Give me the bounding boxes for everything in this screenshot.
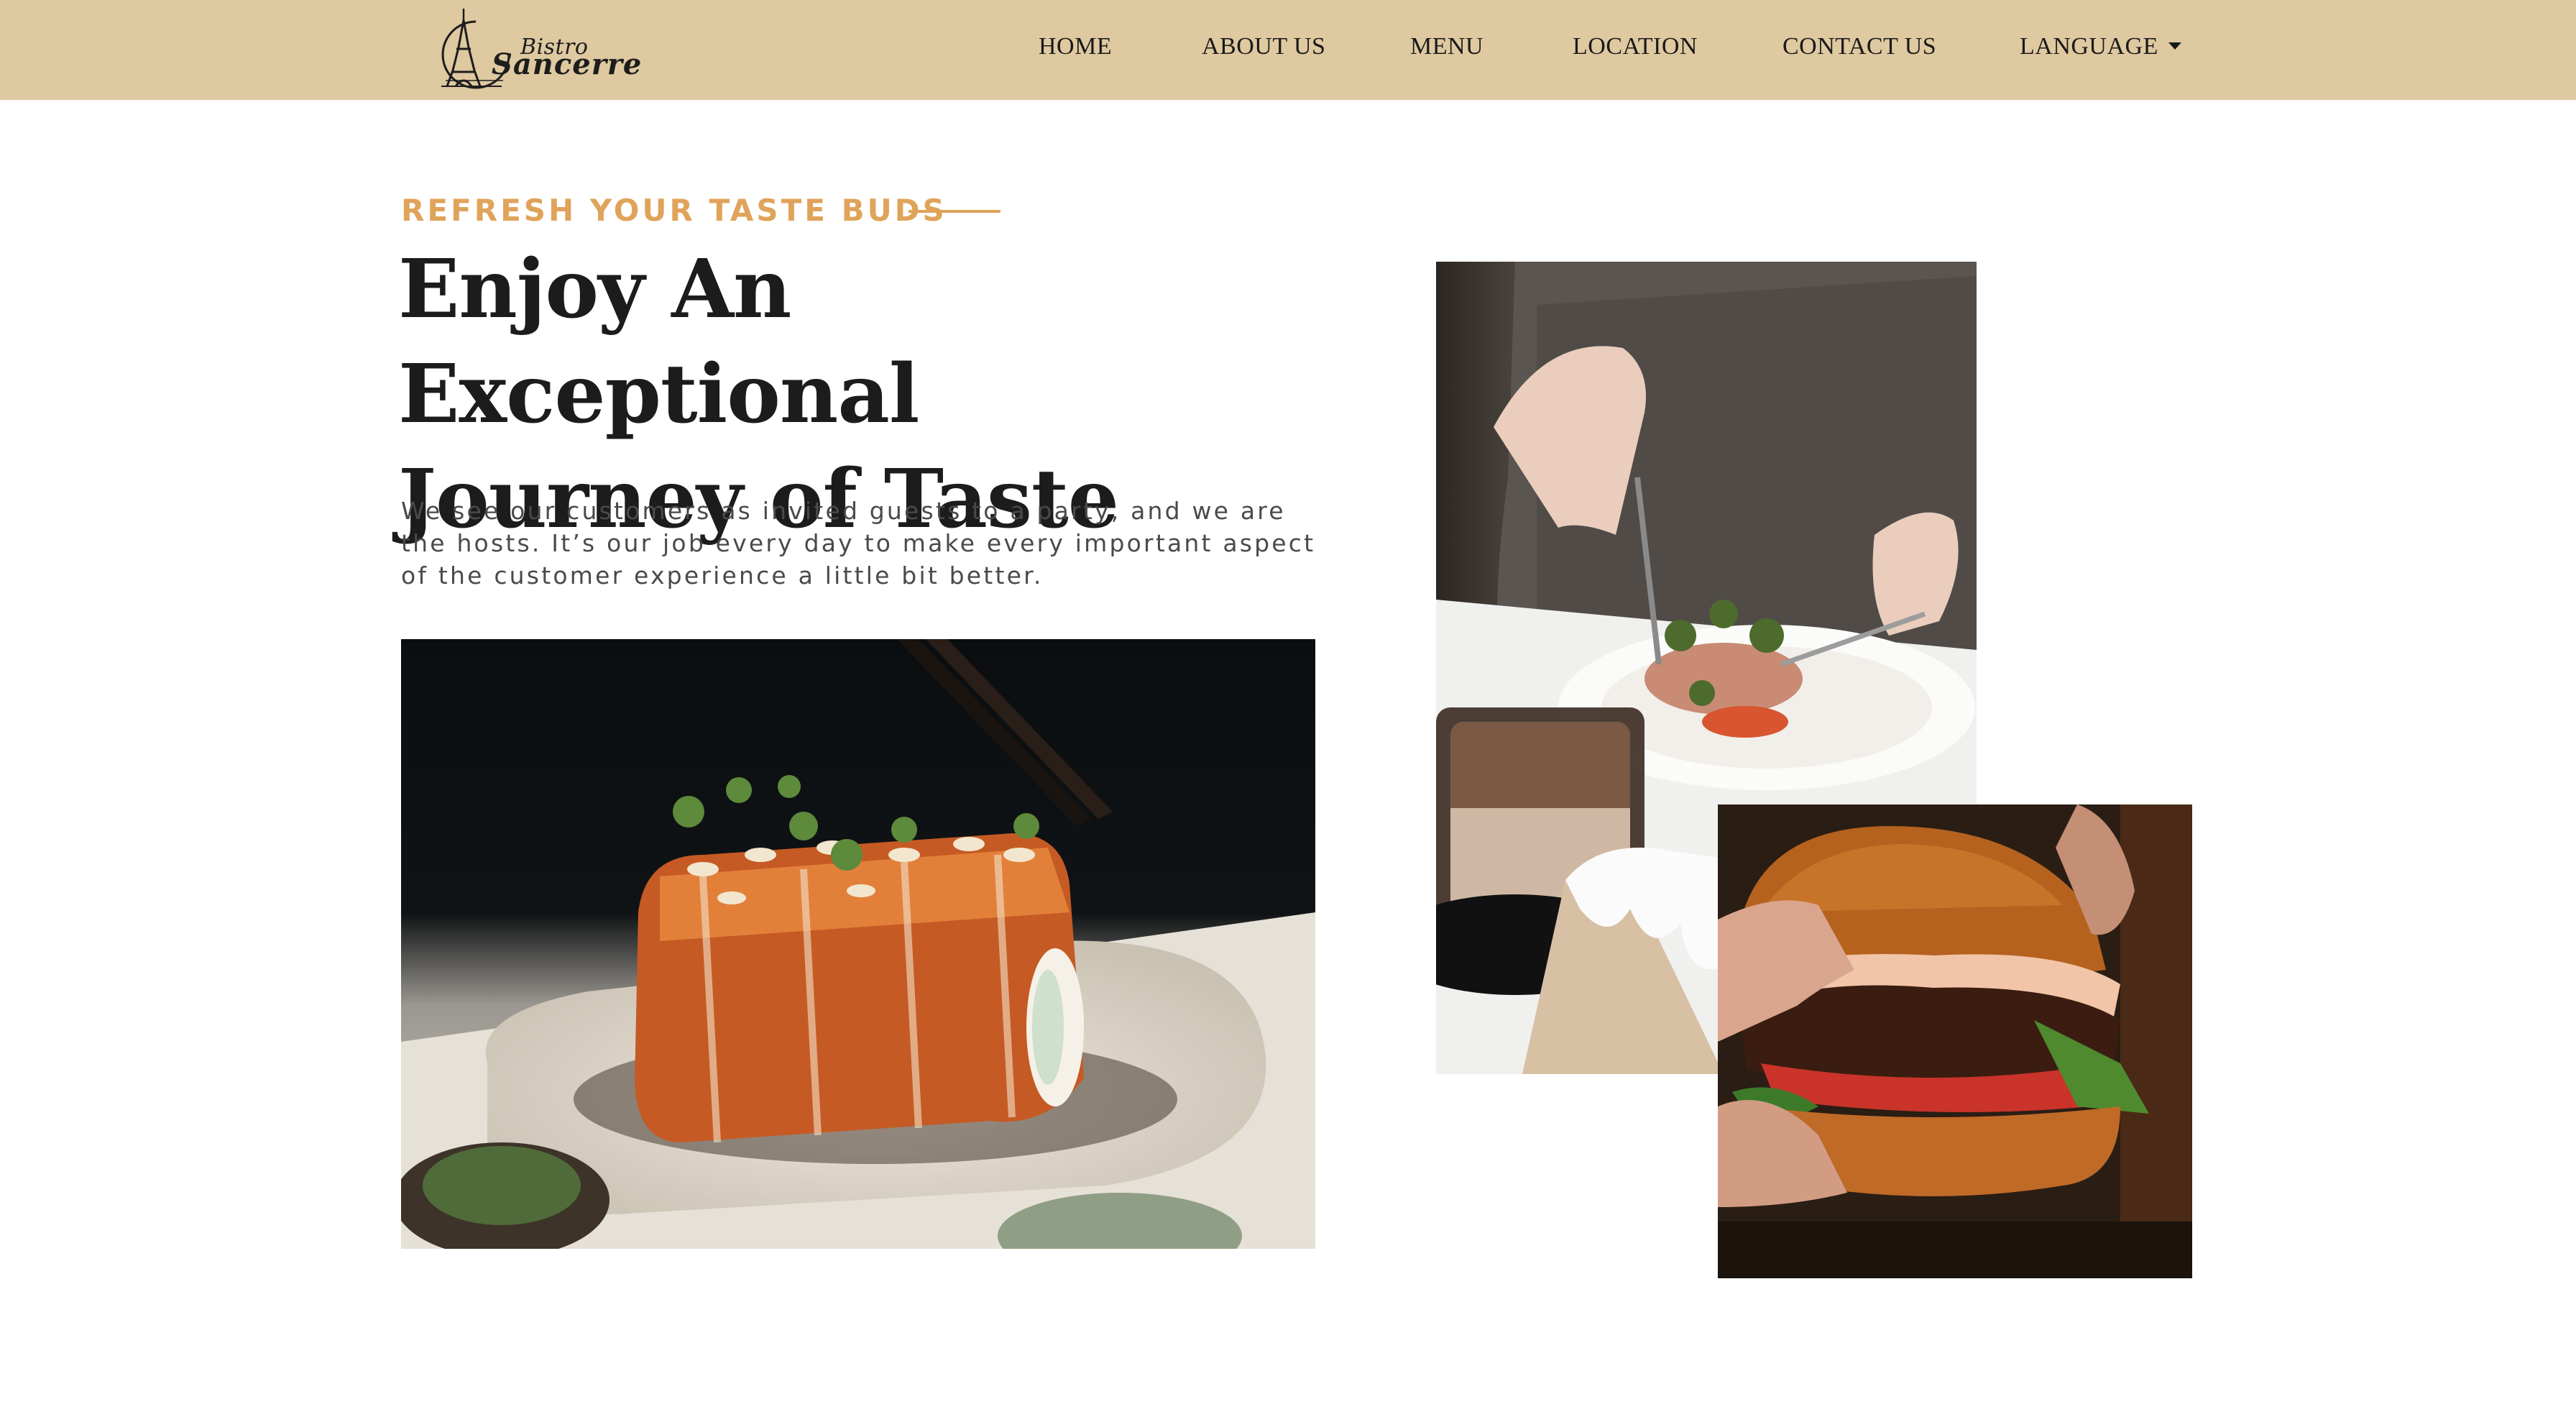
- hero-body-text: We see our customers as invited guests t…: [401, 497, 1316, 590]
- nav-language-dropdown[interactable]: LANGUAGE: [2020, 33, 2181, 60]
- nav-location[interactable]: LOCATION: [1573, 33, 1698, 60]
- brand-logo[interactable]: Bistro Sancerre: [431, 6, 641, 95]
- nav-home[interactable]: HOME: [1039, 33, 1112, 60]
- sushi-roll-photo: [401, 639, 1315, 1249]
- caret-down-icon: [2168, 42, 2181, 50]
- burger-photo: [1718, 804, 2192, 1278]
- hero-eyebrow: REFRESH YOUR TASTE BUDS: [401, 193, 947, 228]
- eyebrow-divider: [908, 210, 1000, 213]
- nav-menu[interactable]: MENU: [1410, 33, 1484, 60]
- nav-language-label: LANGUAGE: [2020, 33, 2158, 60]
- nav-contact-us[interactable]: CONTACT US: [1782, 33, 1936, 60]
- nav-about-us[interactable]: ABOUT US: [1202, 33, 1325, 60]
- hero-headline-line1: Enjoy An Exceptional: [398, 242, 919, 441]
- logo-brand-line2: Sancerre: [492, 47, 643, 81]
- navbar: Bistro Sancerre HOME ABOUT US MENU LOCAT…: [0, 0, 2576, 100]
